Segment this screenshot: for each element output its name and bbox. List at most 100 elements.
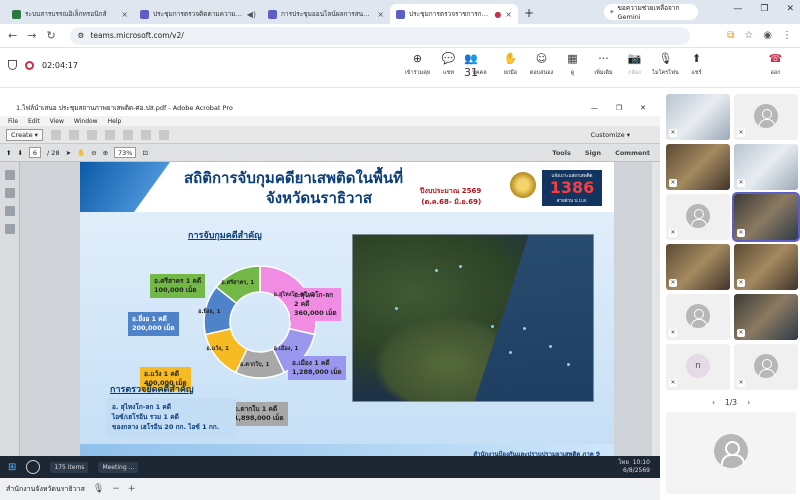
participant-tile[interactable]: ✕ <box>734 294 798 340</box>
menu-icon[interactable]: ⋮ <box>782 30 792 41</box>
restore-icon[interactable]: ❐ <box>760 4 768 14</box>
meeting-control-bar: 02:04:17 ⊕ เข้าร่วมคุย 💬 แชท 👥 31 บุคคล ✋ ยกมือ… <box>0 48 800 88</box>
participant-tile[interactable]: ✕ <box>666 94 730 140</box>
gemini-button[interactable]: ✦ ขอความช่วยเหลือจาก Gemini <box>604 4 698 21</box>
pages-icon[interactable] <box>5 170 15 180</box>
fit-page-icon[interactable]: ⊡ <box>142 149 147 157</box>
create-button[interactable]: Create ▾ <box>6 128 43 141</box>
chevron-left-icon[interactable]: ‹ <box>712 398 715 407</box>
menu-item-view[interactable]: View <box>50 118 64 125</box>
forward-icon[interactable]: → <box>27 29 36 42</box>
people-button[interactable]: 👥 31 บุคคล <box>464 52 495 79</box>
browser-tab-3[interactable]: การประชุมออนไลน์ผลการสนทนาฯ × <box>262 4 390 24</box>
close-icon[interactable]: ✕ <box>786 4 794 14</box>
restore-icon[interactable]: ❐ <box>616 104 622 112</box>
tab-title: ประชุมการตรวจราชการกรมสอบสวน <box>409 10 490 18</box>
callout-si-sakhon: อ.ศรีสาคร 1 คดี 100,000 เม็ด <box>150 274 206 298</box>
reload-icon[interactable]: ↻ <box>46 29 55 42</box>
new-tab-button[interactable]: + <box>518 6 540 24</box>
browser-tab-1[interactable]: ระบบสารบรรณอิเล็กทรอนิกส์ × <box>6 4 134 24</box>
menu-item-file[interactable]: File <box>8 118 18 125</box>
minimize-icon[interactable]: — <box>591 104 598 112</box>
mic-off-icon: ✕ <box>669 129 677 137</box>
print-icon[interactable] <box>86 129 97 140</box>
participant-tile[interactable]: ✕ <box>666 194 730 240</box>
panel-link-sign[interactable]: Sign <box>585 149 601 157</box>
settings-icon[interactable] <box>122 129 133 140</box>
select-tool-icon[interactable]: ➤ <box>66 149 71 157</box>
hand-tool-icon[interactable]: ✋ <box>77 149 85 157</box>
menu-item-help[interactable]: Help <box>108 118 122 125</box>
tab-favicon <box>140 9 149 19</box>
prev-page-icon[interactable]: ⬆ <box>6 149 11 157</box>
signatures-icon[interactable] <box>5 224 15 234</box>
participant-tile[interactable]: ✕ <box>666 244 730 290</box>
chat-button[interactable]: 💬 แชท <box>433 52 464 77</box>
save-icon[interactable] <box>68 129 79 140</box>
highlight-icon[interactable] <box>158 129 169 140</box>
bookmark-icon[interactable]: ☆ <box>744 30 753 41</box>
close-icon[interactable]: × <box>505 10 512 19</box>
panel-link-comment[interactable]: Comment <box>615 149 650 157</box>
url-field[interactable]: ⚙ teams.microsoft.com/v2/ <box>69 26 690 45</box>
zoom-out-icon[interactable]: ⊖ <box>91 149 96 157</box>
mic-off-icon: ✕ <box>669 279 677 287</box>
taskbar-item-explorer[interactable]: 175 items <box>50 461 89 473</box>
raise-hand-button[interactable]: ✋ ยกมือ <box>495 52 526 77</box>
panel-link-tools[interactable]: Tools <box>552 149 571 157</box>
participant-tile-active[interactable]: ✕ <box>732 192 800 242</box>
chevron-right-icon[interactable]: › <box>747 398 750 407</box>
profile-icon[interactable]: ◉ <box>763 30 772 41</box>
minus-icon[interactable]: − <box>112 484 120 494</box>
view-icon: ▦ <box>567 52 578 65</box>
browser-tab-2[interactable]: ประชุมการตรวจติดตามความก้าวหน้า ◀) <box>134 4 262 24</box>
menu-item-edit[interactable]: Edit <box>28 118 40 125</box>
participant-tile[interactable]: ✕ <box>734 244 798 290</box>
tab-favicon <box>12 9 21 19</box>
mic-button[interactable]: 🎙 ไมโครโฟน <box>650 52 681 77</box>
bookmarks-icon[interactable] <box>5 188 15 198</box>
react-button[interactable]: ☺ ตอบสนอง <box>526 52 557 77</box>
zoom-in-icon[interactable]: ⊕ <box>103 149 108 157</box>
menu-item-window[interactable]: Window <box>74 118 98 125</box>
close-icon[interactable]: × <box>121 10 128 19</box>
presenter-name: สำนักงานจังหวัดนราธิวาส <box>6 484 85 493</box>
attachments-icon[interactable] <box>5 206 15 216</box>
open-icon[interactable] <box>50 129 61 140</box>
join-chat-button[interactable]: ⊕ เข้าร่วมคุย <box>402 52 433 77</box>
mic-off-icon: ✕ <box>669 329 677 337</box>
site-info-icon[interactable]: ⚙ <box>78 31 85 40</box>
browser-tab-4[interactable]: ประชุมการตรวจราชการกรมสอบสวน ●× <box>390 4 518 24</box>
participant-tile[interactable]: ✕ <box>666 144 730 190</box>
participant-tile[interactable]: n ✕ <box>666 344 730 390</box>
comment-icon[interactable] <box>140 129 151 140</box>
camera-button[interactable]: 📷 กล้อง <box>619 52 650 77</box>
search-icon[interactable] <box>26 460 41 474</box>
plus-icon[interactable]: + <box>128 484 136 494</box>
zoom-select[interactable]: 73% <box>114 147 137 158</box>
more-button[interactable]: ··· เพิ่มเติม <box>588 52 619 77</box>
map-pin <box>435 269 438 272</box>
windows-taskbar: ⊞ 175 items Meeting ... ไทย 10:10 6/8/256… <box>0 456 660 478</box>
self-view-tile[interactable] <box>666 412 796 494</box>
view-button[interactable]: ▦ ดู <box>557 52 588 77</box>
acrobat-scrollbar[interactable] <box>652 162 660 462</box>
back-icon[interactable]: ← <box>8 29 17 42</box>
participant-tile[interactable]: ✕ <box>666 294 730 340</box>
customize-button[interactable]: Customize ▾ <box>591 131 630 139</box>
share-button[interactable]: ⬆ แชร์ <box>681 52 712 77</box>
speaker-icon[interactable]: ◀) <box>247 10 256 19</box>
participant-tile[interactable]: ✕ <box>734 344 798 390</box>
windows-start-icon[interactable]: ⊞ <box>8 462 16 473</box>
leave-button[interactable]: ☎ ออก <box>760 52 791 77</box>
next-page-icon[interactable]: ⬇ <box>17 149 22 157</box>
participant-tile[interactable]: ✕ <box>734 144 798 190</box>
minimize-icon[interactable]: — <box>733 4 742 14</box>
page-number-input[interactable]: 6 <box>28 147 42 158</box>
close-icon[interactable]: × <box>377 10 384 19</box>
participant-tile[interactable]: ✕ <box>734 94 798 140</box>
close-icon[interactable]: ✕ <box>640 104 646 112</box>
taskbar-item-teams[interactable]: Meeting ... <box>98 461 139 473</box>
cast-icon[interactable]: ⧉ <box>727 30 734 41</box>
email-icon[interactable] <box>104 129 115 140</box>
